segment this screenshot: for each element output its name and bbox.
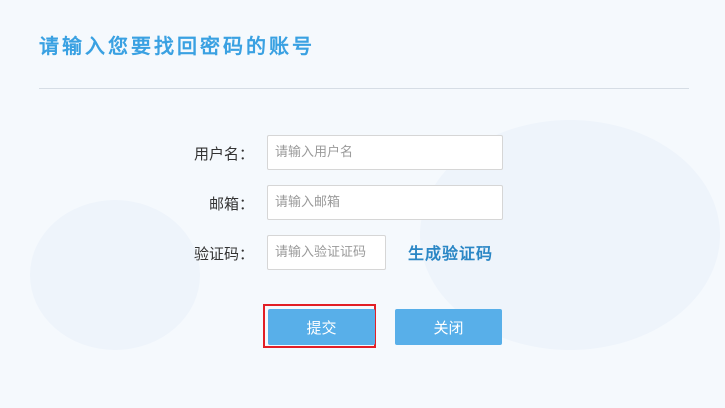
submit-button[interactable]: 提交 [268, 309, 375, 345]
username-label: 用户名： [193, 145, 254, 163]
captcha-input[interactable] [267, 235, 386, 270]
generate-captcha-link[interactable]: 生成验证码 [408, 240, 493, 264]
background-decoration [30, 200, 200, 350]
email-label: 邮箱： [208, 195, 254, 213]
page-title: 请输入您要找回密码的账号 [39, 34, 315, 58]
captcha-label: 验证码： [193, 245, 254, 263]
email-input[interactable] [267, 185, 503, 220]
close-button[interactable]: 关闭 [395, 309, 502, 345]
title-divider [39, 88, 689, 89]
username-input[interactable] [267, 135, 503, 170]
